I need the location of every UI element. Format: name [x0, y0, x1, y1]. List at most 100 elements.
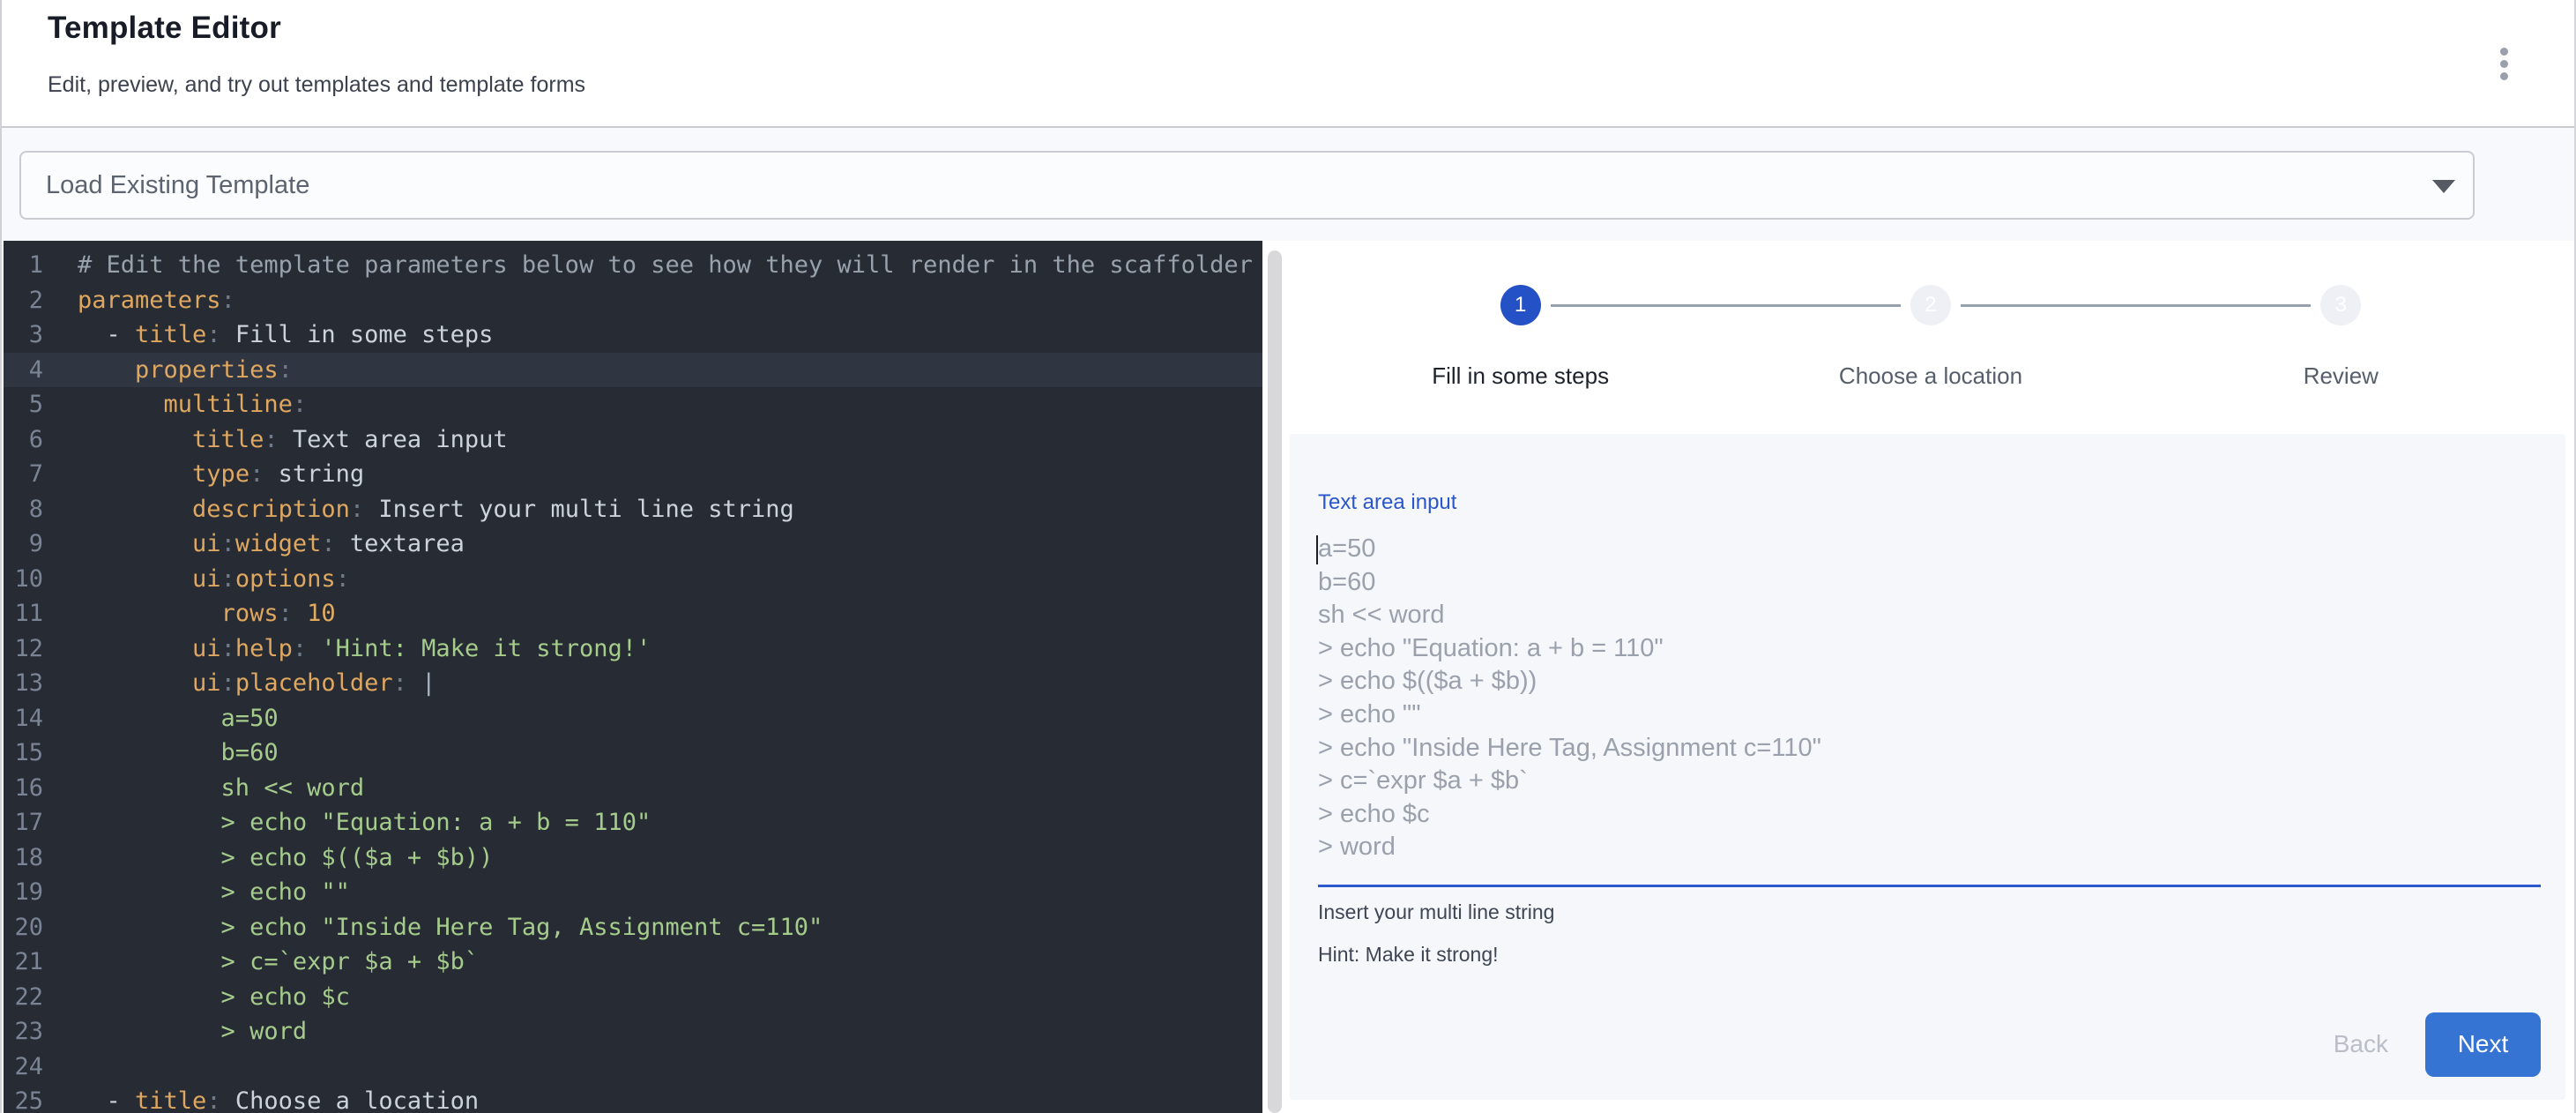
- code-text: ui:widget: textarea: [78, 527, 465, 562]
- line-number: 21: [4, 945, 43, 980]
- code-line-3[interactable]: 3 - title: Fill in some steps: [4, 317, 1262, 353]
- stepper: 1 Fill in some steps2Choose a location 3 Re…: [1315, 285, 2546, 390]
- placeholder-line: b=60: [1318, 566, 2541, 600]
- code-line-12[interactable]: 12 ui:help: 'Hint: Make it strong!': [4, 631, 1262, 667]
- code-line-13[interactable]: 13 ui:placeholder: |: [4, 666, 1262, 701]
- form-actions: Back Next: [1318, 1012, 2541, 1077]
- line-number: 1: [4, 248, 43, 283]
- code-text: > echo $c: [78, 980, 350, 1015]
- code-line-24[interactable]: 24: [4, 1050, 1262, 1085]
- step-number-badge: 3: [2320, 285, 2361, 325]
- code-line-22[interactable]: 22 > echo $c: [4, 980, 1262, 1015]
- code-line-15[interactable]: 15 b=60: [4, 736, 1262, 771]
- step-number-badge: 1: [1500, 285, 1541, 325]
- placeholder-line: a=50: [1318, 533, 2541, 566]
- code-line-4[interactable]: 4 properties:: [4, 353, 1262, 388]
- code-text: > echo "Inside Here Tag, Assignment c=11…: [78, 910, 823, 945]
- code-line-5[interactable]: 5 multiline:: [4, 387, 1262, 422]
- editor-scrollbar[interactable]: [1268, 250, 1282, 1113]
- load-template-bar: Load Existing Template: [2, 128, 2574, 241]
- code-line-18[interactable]: 18 > echo $(($a + $b)): [4, 840, 1262, 876]
- placeholder-line: sh << word: [1318, 599, 2541, 632]
- line-number: 25: [4, 1084, 43, 1113]
- code-text: parameters:: [78, 283, 235, 318]
- code-text: ui:options:: [78, 562, 350, 597]
- back-button[interactable]: Back: [2312, 1021, 2409, 1067]
- line-number: 17: [4, 805, 43, 840]
- step-connector: [1551, 304, 1901, 307]
- code-text: - title: Choose a location: [78, 1084, 479, 1113]
- line-number: 3: [4, 317, 43, 353]
- placeholder-line: > c=`expr $a + $b`: [1318, 765, 2541, 798]
- code-line-10[interactable]: 10 ui:options:: [4, 562, 1262, 597]
- page-header: Template Editor Edit, preview, and try o…: [2, 0, 2574, 128]
- step-label: Fill in some steps: [1315, 362, 1725, 390]
- code-text: > echo $(($a + $b)): [78, 840, 493, 876]
- code-text: type: string: [78, 457, 364, 492]
- next-button[interactable]: Next: [2425, 1012, 2541, 1077]
- line-number: 8: [4, 492, 43, 527]
- line-number: 24: [4, 1050, 43, 1085]
- line-number: 23: [4, 1014, 43, 1050]
- line-number: 2: [4, 283, 43, 318]
- editor-scrollbar-track: [1262, 241, 1289, 1113]
- code-line-21[interactable]: 21 > c=`expr $a + $b`: [4, 945, 1262, 980]
- code-text: multiline:: [78, 387, 307, 422]
- placeholder-line: > echo "Inside Here Tag, Assignment c=11…: [1318, 732, 2541, 766]
- line-number: 13: [4, 666, 43, 701]
- textarea-input[interactable]: a=50b=60sh << word> echo "Equation: a + …: [1318, 533, 2541, 864]
- line-number: 12: [4, 631, 43, 667]
- page-subtitle: Edit, preview, and try out templates and…: [48, 72, 585, 98]
- code-editor[interactable]: 1 # Edit the template parameters below to…: [4, 241, 1262, 1113]
- code-line-20[interactable]: 20 > echo "Inside Here Tag, Assignment c…: [4, 910, 1262, 945]
- field-label: Text area input: [1318, 490, 2541, 515]
- code-text: > echo "": [78, 875, 350, 910]
- placeholder-line: > echo "Equation: a + b = 110": [1318, 632, 2541, 666]
- code-line-6[interactable]: 6 title: Text area input: [4, 422, 1262, 458]
- code-text: description: Insert your multi line stri…: [78, 492, 794, 527]
- code-text: properties:: [78, 353, 293, 388]
- field-underline: [1318, 885, 2541, 887]
- step-label: Choose a location: [1725, 362, 2135, 390]
- step-3: 3 Review: [2136, 285, 2546, 390]
- caret-down-icon[interactable]: [2432, 180, 2455, 193]
- code-text: # Edit the template parameters below to …: [78, 248, 1262, 283]
- code-line-14[interactable]: 14 a=50: [4, 701, 1262, 736]
- template-editor-page: Template Editor Edit, preview, and try o…: [0, 0, 2576, 1113]
- form-card: Text area input a=50b=60sh << word> echo…: [1290, 434, 2565, 1100]
- text-cursor: [1316, 535, 1318, 564]
- kebab-menu-icon[interactable]: [2483, 42, 2525, 85]
- code-line-23[interactable]: 23 > word: [4, 1014, 1262, 1050]
- line-number: 9: [4, 527, 43, 562]
- code-text: b=60: [78, 736, 279, 771]
- select-placeholder: Load Existing Template: [46, 153, 309, 218]
- code-text: title: Text area input: [78, 422, 508, 458]
- line-number: 7: [4, 457, 43, 492]
- code-line-17[interactable]: 17 > echo "Equation: a + b = 110": [4, 805, 1262, 840]
- code-line-9[interactable]: 9 ui:widget: textarea: [4, 527, 1262, 562]
- code-text: sh << word: [78, 771, 364, 806]
- line-number: 16: [4, 771, 43, 806]
- code-line-11[interactable]: 11 rows: 10: [4, 596, 1262, 631]
- line-number: 14: [4, 701, 43, 736]
- placeholder-line: > echo $c: [1318, 798, 2541, 832]
- placeholder-line: > echo $(($a + $b)): [1318, 665, 2541, 698]
- placeholder-line: > word: [1318, 831, 2541, 864]
- line-number: 5: [4, 387, 43, 422]
- code-text: > echo "Equation: a + b = 110": [78, 805, 651, 840]
- code-line-16[interactable]: 16 sh << word: [4, 771, 1262, 806]
- code-line-2[interactable]: 2 parameters:: [4, 283, 1262, 318]
- line-number: 4: [4, 353, 43, 388]
- code-line-25[interactable]: 25 - title: Choose a location: [4, 1084, 1262, 1113]
- step-label: Review: [2136, 362, 2546, 390]
- code-line-1[interactable]: 1 # Edit the template parameters below to…: [4, 248, 1262, 283]
- code-line-8[interactable]: 8 description: Insert your multi line st…: [4, 492, 1262, 527]
- code-text: - title: Fill in some steps: [78, 317, 493, 353]
- code-line-19[interactable]: 19 > echo "": [4, 875, 1262, 910]
- step-2: 2Choose a location: [1725, 285, 2135, 390]
- code-line-7[interactable]: 7 type: string: [4, 457, 1262, 492]
- code-text: > word: [78, 1014, 307, 1050]
- preview-panel: 1 Fill in some steps2Choose a location 3 Re…: [1289, 241, 2572, 1113]
- code-editor-lines: 1 # Edit the template parameters below to…: [4, 248, 1262, 1113]
- load-template-select[interactable]: Load Existing Template: [19, 151, 2475, 220]
